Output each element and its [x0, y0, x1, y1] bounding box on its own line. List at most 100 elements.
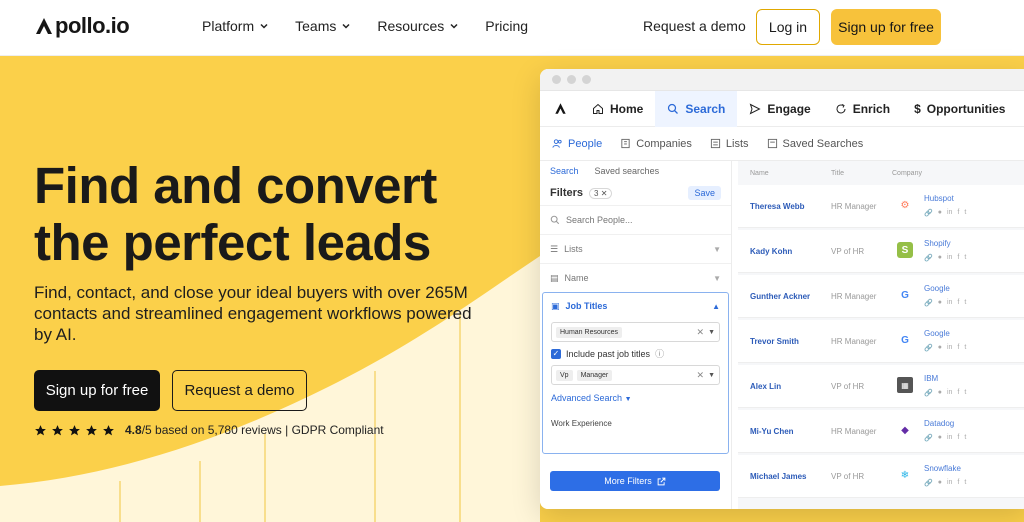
- linkedin-icon[interactable]: in: [947, 209, 952, 217]
- contact-name[interactable]: Kady Kohn: [750, 247, 792, 256]
- filter-name[interactable]: ▤ Name ▼: [540, 263, 731, 292]
- seniority-select[interactable]: Vp Manager ✕ ▼: [551, 365, 720, 385]
- table-row[interactable]: Michael James VP of HR ❄ Snowflake 🔗 ● in f…: [738, 455, 1024, 498]
- job-titles-select[interactable]: Human Resources ✕ ▼: [551, 322, 720, 342]
- company-name[interactable]: Datadog: [924, 419, 954, 428]
- subtab-saved-searches[interactable]: Saved Searches: [767, 138, 863, 150]
- twitter-icon[interactable]: t: [964, 209, 966, 217]
- nav-request-demo-link[interactable]: Request a demo: [643, 18, 746, 34]
- menu-platform[interactable]: Platform: [202, 18, 269, 34]
- subtab-companies[interactable]: Companies: [620, 138, 692, 150]
- clear-icon[interactable]: ✕: [697, 327, 705, 338]
- chat-icon[interactable]: ●: [938, 254, 942, 262]
- facebook-icon[interactable]: f: [957, 389, 959, 397]
- company-name[interactable]: Google: [924, 284, 950, 293]
- linkedin-icon[interactable]: in: [947, 389, 952, 397]
- contact-name[interactable]: Michael James: [750, 472, 806, 481]
- facebook-icon[interactable]: f: [957, 479, 959, 487]
- menu-pricing[interactable]: Pricing: [485, 18, 528, 34]
- company-name[interactable]: Snowflake: [924, 464, 961, 473]
- filters-save-button[interactable]: Save: [688, 186, 721, 200]
- filter-lists[interactable]: ☰ Lists ▼: [540, 234, 731, 263]
- advanced-search-link[interactable]: Advanced Search ▼: [551, 393, 720, 403]
- contact-name[interactable]: Gunther Ackner: [750, 292, 810, 301]
- chat-icon[interactable]: ●: [938, 389, 942, 397]
- link-icon[interactable]: 🔗: [924, 254, 933, 262]
- link-icon[interactable]: 🔗: [924, 344, 933, 352]
- twitter-icon[interactable]: t: [964, 434, 966, 442]
- menu-platform-label: Platform: [202, 18, 255, 34]
- twitter-icon[interactable]: t: [964, 479, 966, 487]
- filter-search-people[interactable]: Search People...: [540, 205, 731, 234]
- app-tab-search[interactable]: Search: [655, 90, 738, 127]
- table-row[interactable]: Gunther Ackner HR Manager G Google 🔗 ● in f…: [738, 275, 1024, 318]
- company-name[interactable]: IBM: [924, 374, 938, 383]
- chat-icon[interactable]: ●: [938, 209, 942, 217]
- menu-teams[interactable]: Teams: [295, 18, 351, 34]
- twitter-icon[interactable]: t: [964, 344, 966, 352]
- app-tab-engage[interactable]: Engage: [737, 91, 822, 127]
- app-brand-icon[interactable]: [540, 102, 580, 115]
- facebook-icon[interactable]: f: [957, 209, 959, 217]
- filters-header: Filters 3 ✕ Save: [540, 181, 731, 205]
- facebook-icon[interactable]: f: [957, 344, 959, 352]
- contact-name[interactable]: Mi-Yu Chen: [750, 427, 794, 436]
- logo-text: pollo.io: [55, 13, 130, 38]
- chat-icon[interactable]: ●: [938, 434, 942, 442]
- contact-title: HR Manager: [831, 202, 877, 211]
- table-row[interactable]: Kady Kohn VP of HR S Shopify 🔗 ● in f t: [738, 230, 1024, 273]
- menu-resources[interactable]: Resources: [377, 18, 459, 34]
- link-icon[interactable]: 🔗: [924, 299, 933, 307]
- job-titles-header[interactable]: ▣ Job Titles ▲: [543, 293, 728, 319]
- company-name[interactable]: Shopify: [924, 239, 951, 248]
- chat-icon[interactable]: ●: [938, 344, 942, 352]
- home-icon: [593, 103, 603, 114]
- apollo-logo[interactable]: pollo.io: [34, 13, 130, 39]
- link-icon[interactable]: 🔗: [924, 389, 933, 397]
- linkedin-icon[interactable]: in: [947, 434, 952, 442]
- nav-signup-button[interactable]: Sign up for free: [831, 9, 941, 45]
- link-icon[interactable]: 🔗: [924, 434, 933, 442]
- hero-request-demo-button[interactable]: Request a demo: [172, 370, 307, 411]
- subtab-lists[interactable]: Lists: [710, 138, 749, 150]
- linkedin-icon[interactable]: in: [947, 299, 952, 307]
- company-name[interactable]: Google: [924, 329, 950, 338]
- linkedin-icon[interactable]: in: [947, 344, 952, 352]
- filters-saved-tab[interactable]: Saved searches: [595, 166, 660, 176]
- hero-signup-button[interactable]: Sign up for free: [34, 370, 160, 411]
- table-row[interactable]: Alex Lin VP of HR ▦ IBM 🔗 ● in f t: [738, 365, 1024, 408]
- table-row[interactable]: Mi-Yu Chen HR Manager ◆ Datadog 🔗 ● in f t: [738, 410, 1024, 453]
- include-past-row[interactable]: ✓ Include past job titles ⓘ: [551, 347, 720, 360]
- login-button[interactable]: Log in: [756, 9, 820, 45]
- contact-name[interactable]: Trevor Smith: [750, 337, 799, 346]
- app-tab-opportunities[interactable]: $ Opportunities: [902, 91, 1017, 127]
- facebook-icon[interactable]: f: [957, 299, 959, 307]
- close-icon: ✕: [600, 188, 608, 198]
- twitter-icon[interactable]: t: [964, 389, 966, 397]
- main-menu: Platform Teams Resources Pricing: [202, 18, 528, 34]
- link-icon[interactable]: 🔗: [924, 209, 933, 217]
- include-past-checkbox[interactable]: ✓: [551, 348, 561, 359]
- subtab-people[interactable]: People: [552, 138, 602, 150]
- filter-job-titles: ▣ Job Titles ▲ Human Resources ✕ ▼ ✓ Inc…: [542, 292, 729, 454]
- linkedin-icon[interactable]: in: [947, 254, 952, 262]
- twitter-icon[interactable]: t: [964, 299, 966, 307]
- facebook-icon[interactable]: f: [957, 254, 959, 262]
- link-icon[interactable]: 🔗: [924, 479, 933, 487]
- table-row[interactable]: Theresa Webb HR Manager ⚙ Hubspot 🔗 ● in f t: [738, 185, 1024, 228]
- chat-icon[interactable]: ●: [938, 479, 942, 487]
- filters-count-badge[interactable]: 3 ✕: [589, 187, 613, 199]
- clear-icon[interactable]: ✕: [697, 370, 705, 381]
- company-name[interactable]: Hubspot: [924, 194, 954, 203]
- contact-name[interactable]: Theresa Webb: [750, 202, 805, 211]
- facebook-icon[interactable]: f: [957, 434, 959, 442]
- chat-icon[interactable]: ●: [938, 299, 942, 307]
- linkedin-icon[interactable]: in: [947, 479, 952, 487]
- filters-search-tab[interactable]: Search: [550, 166, 579, 176]
- contact-name[interactable]: Alex Lin: [750, 382, 781, 391]
- app-tab-enrich[interactable]: Enrich: [823, 91, 902, 127]
- twitter-icon[interactable]: t: [964, 254, 966, 262]
- table-row[interactable]: Trevor Smith HR Manager G Google 🔗 ● in f t: [738, 320, 1024, 363]
- app-tab-home[interactable]: Home: [580, 91, 655, 127]
- more-filters-button[interactable]: More Filters: [550, 471, 720, 491]
